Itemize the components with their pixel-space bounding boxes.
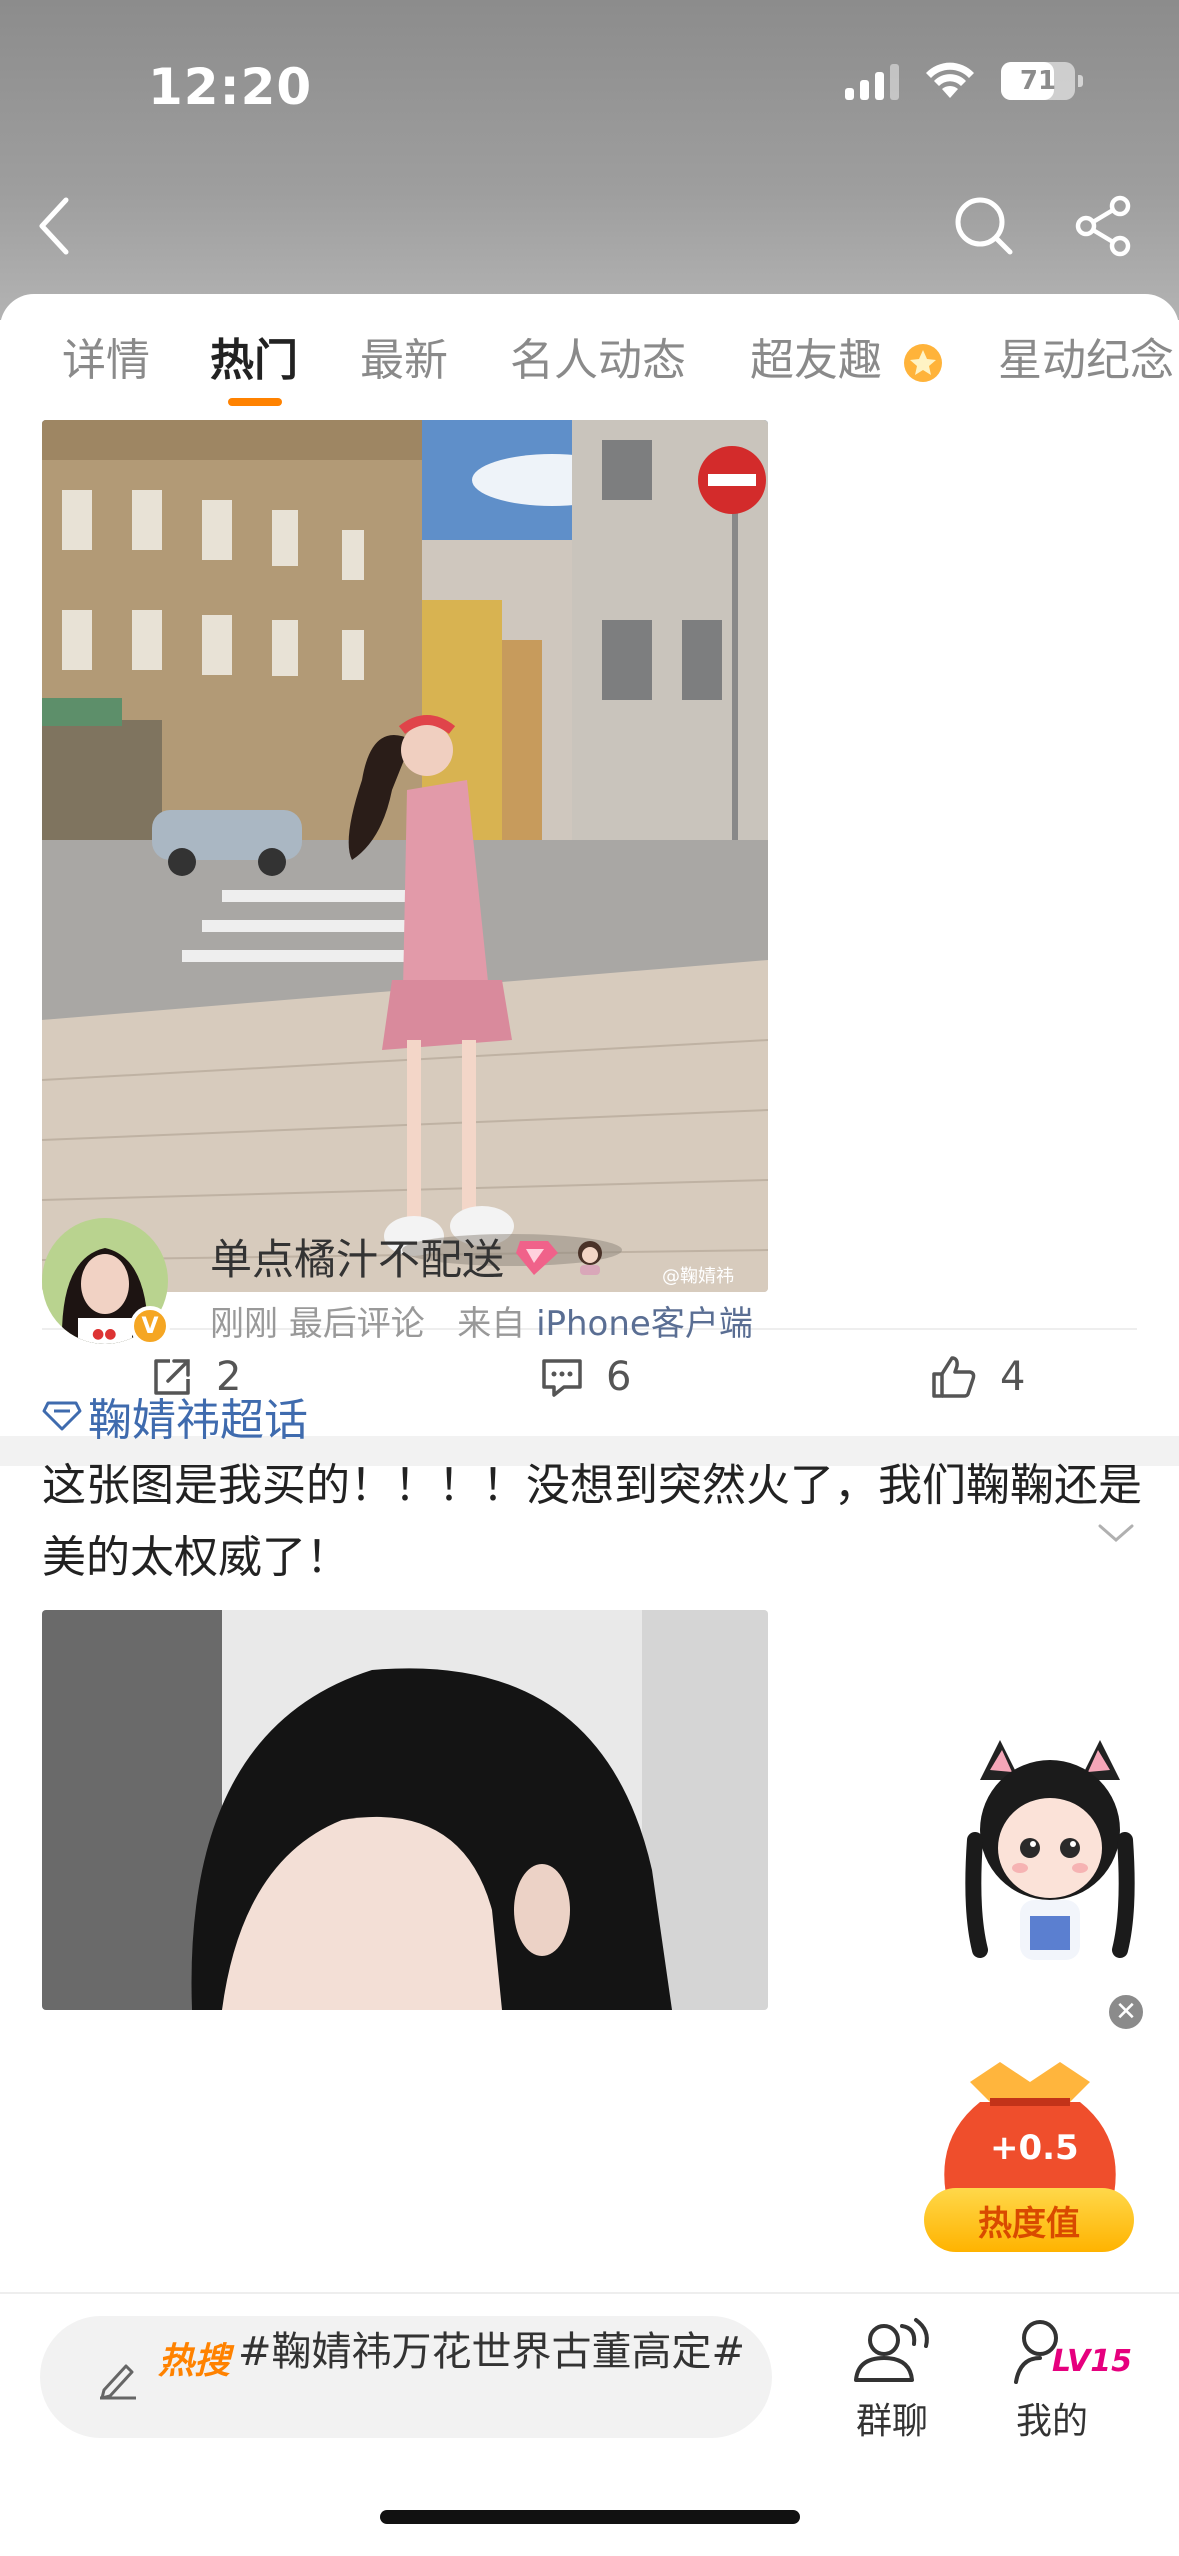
portrait-photo-image bbox=[42, 1610, 768, 2010]
group-chat-icon bbox=[854, 2318, 929, 2382]
tab-star-memorial[interactable]: 星动纪念 bbox=[998, 324, 1174, 388]
profile-label: 我的 bbox=[1015, 2401, 1088, 2442]
share-icon bbox=[1075, 195, 1131, 257]
close-icon: ✕ bbox=[1115, 1997, 1137, 2027]
photo-watermark: @鞠婧祎 bbox=[662, 1266, 734, 1287]
back-button[interactable] bbox=[14, 186, 94, 266]
comment-icon bbox=[542, 1359, 582, 1397]
supertopic-label: 鞠婧祎超话 bbox=[88, 1395, 308, 1446]
hot-search-bar[interactable]: 热搜 #鞠婧祎万花世界古董高定# bbox=[40, 2316, 772, 2438]
chevron-left-icon bbox=[39, 197, 69, 255]
post-last-comment: 最后评论 bbox=[288, 1304, 425, 1344]
share-button[interactable] bbox=[1064, 186, 1144, 266]
search-icon bbox=[955, 197, 1013, 255]
app-root: { "status_bar": { "time": "12:20", "batt… bbox=[0, 0, 1179, 2556]
pencil-icon bbox=[100, 2364, 136, 2400]
profile-button[interactable]: LV15 我的 bbox=[1010, 2314, 1132, 2444]
post2-photo[interactable] bbox=[42, 1610, 768, 2010]
like-button[interactable]: 4 bbox=[930, 1354, 1025, 1400]
mascot-character-icon bbox=[965, 1740, 1135, 1960]
post-client[interactable]: iPhone客户端 bbox=[536, 1304, 753, 1344]
thumbs-up-icon bbox=[932, 1356, 976, 1398]
post2-meta: 刚刚 最后评论 来自 iPhone客户端 bbox=[210, 1296, 753, 1345]
tab-bar: 详情 热门 最新 名人动态 超友趣 星动纪念 bbox=[0, 294, 1179, 414]
close-widget-button[interactable]: ✕ bbox=[1106, 1992, 1146, 2032]
header-bar: 12:20 71 bbox=[0, 0, 1179, 320]
star-badge-icon bbox=[904, 344, 942, 382]
diamond-level-icon bbox=[516, 1240, 559, 1275]
supertopic-link[interactable]: 鞠婧祎超话 bbox=[42, 1384, 308, 1448]
cellular-signal-icon bbox=[845, 62, 899, 100]
home-indicator bbox=[380, 2510, 800, 2524]
comment-count: 6 bbox=[606, 1354, 632, 1400]
username: 单点橘汁不配送 bbox=[210, 1235, 505, 1284]
tab-super-fun[interactable]: 超友趣 bbox=[750, 324, 944, 388]
tab-latest[interactable]: 最新 bbox=[360, 324, 448, 388]
fan-avatar-badge-icon bbox=[578, 1240, 603, 1275]
tab-celebrity-updates[interactable]: 名人动态 bbox=[510, 324, 686, 388]
post-from-label: 来自 bbox=[457, 1304, 526, 1344]
tab-super-fun-label: 超友趣 bbox=[750, 335, 882, 386]
tab-details[interactable]: 详情 bbox=[62, 324, 150, 388]
tab-hot[interactable]: 热门 bbox=[210, 324, 298, 388]
status-icons: 71 bbox=[845, 62, 1083, 100]
status-time: 12:20 bbox=[148, 58, 313, 116]
post-time: 刚刚 bbox=[210, 1304, 278, 1344]
like-count: 4 bbox=[1000, 1354, 1026, 1400]
search-button[interactable] bbox=[944, 186, 1024, 266]
post1-photo[interactable]: @鞠婧祎 bbox=[42, 420, 768, 1292]
post2-text: 这张图是我买的！！！！没想到突然火了，我们鞠鞠还是美的太权威了！ bbox=[42, 1460, 1142, 1583]
group-chat-label: 群聊 bbox=[855, 2401, 928, 2442]
active-tab-indicator bbox=[228, 398, 282, 406]
svg-text:●●: ●● bbox=[92, 1326, 116, 1342]
wifi-icon bbox=[926, 62, 974, 98]
battery-level: 71 bbox=[1019, 66, 1057, 96]
comment-button[interactable]: 6 bbox=[540, 1354, 631, 1400]
battery-icon: 71 bbox=[1001, 62, 1083, 100]
street-photo-image: @鞠婧祎 bbox=[42, 420, 768, 1292]
verified-badge-icon: V bbox=[130, 1306, 170, 1346]
heat-value-button[interactable]: 热度值 bbox=[924, 2188, 1134, 2252]
mascot-widget[interactable] bbox=[950, 1740, 1150, 1990]
level-badge: LV15 bbox=[1052, 2344, 1132, 2379]
supertopic-diamond-icon bbox=[42, 1401, 82, 1431]
hot-search-text: #鞠婧祎万花世界古董高定# bbox=[238, 2329, 746, 2375]
group-chat-button[interactable]: 群聊 bbox=[850, 2314, 934, 2444]
heat-increment: +0.5 bbox=[990, 2128, 1079, 2168]
post2-user[interactable]: 单点橘汁不配送 bbox=[210, 1226, 610, 1287]
